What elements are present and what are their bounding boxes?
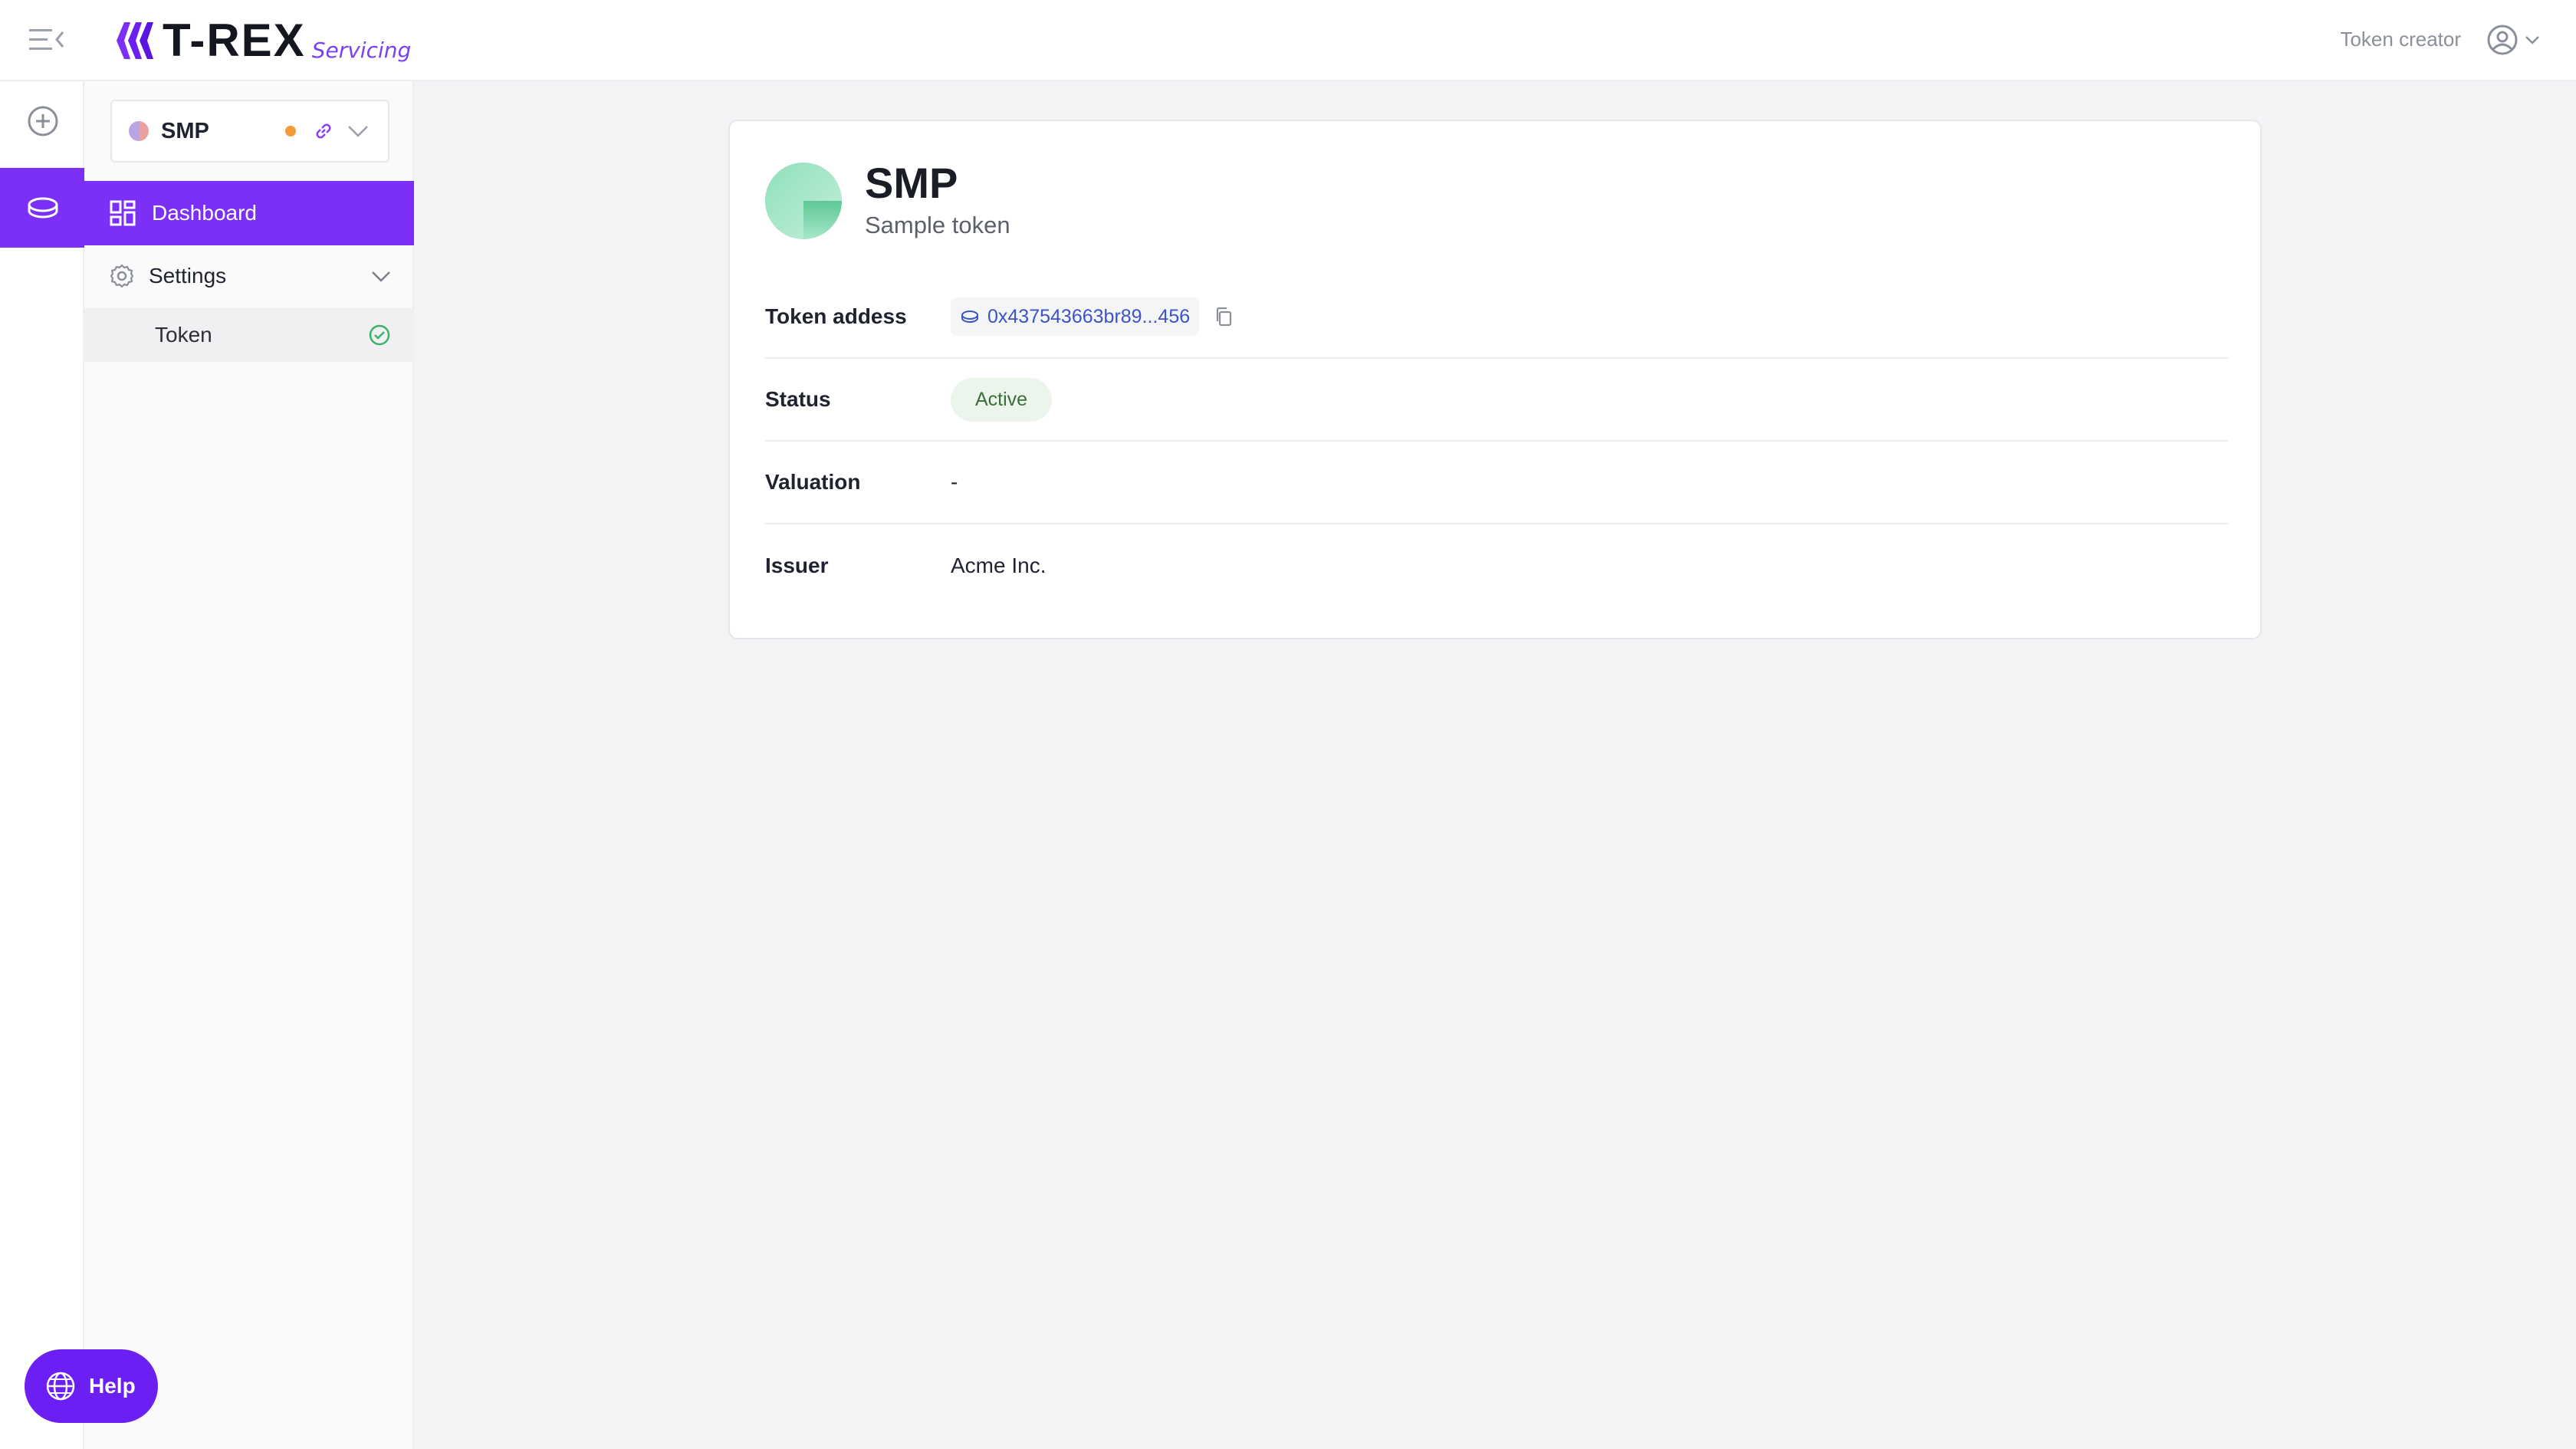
gear-icon bbox=[110, 264, 134, 288]
collapse-menu-icon[interactable] bbox=[28, 25, 66, 55]
user-avatar-icon bbox=[2487, 25, 2518, 55]
help-button[interactable]: Help bbox=[25, 1349, 158, 1423]
token-avatar bbox=[765, 163, 842, 239]
globe-icon bbox=[46, 1372, 75, 1401]
sidebar-item-label: Settings bbox=[149, 264, 227, 288]
sidebar-item-token[interactable]: Token bbox=[84, 308, 414, 362]
field-label: Token addess bbox=[765, 304, 907, 328]
check-circle-icon bbox=[369, 324, 390, 346]
sidebar-item-settings[interactable]: Settings bbox=[84, 245, 414, 307]
chevron-down-icon bbox=[2525, 36, 2539, 44]
dashboard-icon bbox=[110, 200, 136, 226]
field-label: Valuation bbox=[765, 470, 861, 494]
logo-subtitle: Servicing bbox=[311, 38, 412, 63]
row-token-address: Token addess 0x437543663br89...456 bbox=[765, 276, 2228, 359]
token-logo-icon bbox=[765, 163, 842, 239]
pending-status-dot bbox=[285, 126, 296, 136]
token-overview-card: SMP Sample token Token addess 0x43754366… bbox=[728, 120, 2262, 639]
chevron-down-icon bbox=[348, 126, 368, 137]
user-role: Token creator bbox=[2340, 28, 2461, 51]
sidebar: SMP Dashboard Settings Token bbox=[84, 81, 414, 1449]
token-symbol: SMP bbox=[865, 159, 958, 207]
link-icon bbox=[316, 123, 331, 139]
field-label: Status bbox=[765, 387, 831, 411]
token-selector[interactable]: SMP bbox=[110, 100, 389, 163]
coins-icon bbox=[961, 310, 978, 323]
row-issuer: Issuer Acme Inc. bbox=[765, 524, 2228, 607]
row-status: Status Active bbox=[765, 359, 2228, 442]
sidebar-item-dashboard[interactable]: Dashboard bbox=[84, 181, 414, 245]
issuer-value: Acme Inc. bbox=[951, 554, 1046, 577]
sidebar-item-label: Dashboard bbox=[152, 201, 257, 225]
add-token-icon[interactable] bbox=[26, 104, 60, 138]
sidebar-item-label: Token bbox=[155, 323, 212, 347]
trex-logo-icon bbox=[117, 22, 153, 59]
user-menu[interactable] bbox=[2486, 23, 2541, 57]
app-logo[interactable]: T-REX Servicing bbox=[115, 15, 412, 66]
token-color-icon bbox=[129, 121, 149, 141]
token-selector-symbol: SMP bbox=[161, 118, 209, 143]
top-bar: T-REX Servicing Token creator bbox=[0, 0, 2576, 81]
copy-icon[interactable] bbox=[1213, 305, 1236, 328]
token-name: Sample token bbox=[865, 212, 1010, 238]
icon-rail bbox=[0, 81, 86, 1449]
status-badge: Active bbox=[951, 377, 1053, 422]
token-address-value: 0x437543663br89...456 bbox=[987, 305, 1191, 327]
field-label: Issuer bbox=[765, 554, 829, 577]
valuation-value: - bbox=[951, 470, 958, 494]
row-valuation: Valuation - bbox=[765, 442, 2228, 524]
chevron-down-icon bbox=[372, 271, 390, 282]
token-address-link[interactable]: 0x437543663br89...456 bbox=[951, 297, 1200, 336]
logo-text: T-REX bbox=[163, 15, 306, 66]
help-label: Help bbox=[89, 1374, 136, 1398]
rail-tokens-button[interactable] bbox=[0, 168, 86, 248]
coins-icon bbox=[28, 197, 58, 219]
